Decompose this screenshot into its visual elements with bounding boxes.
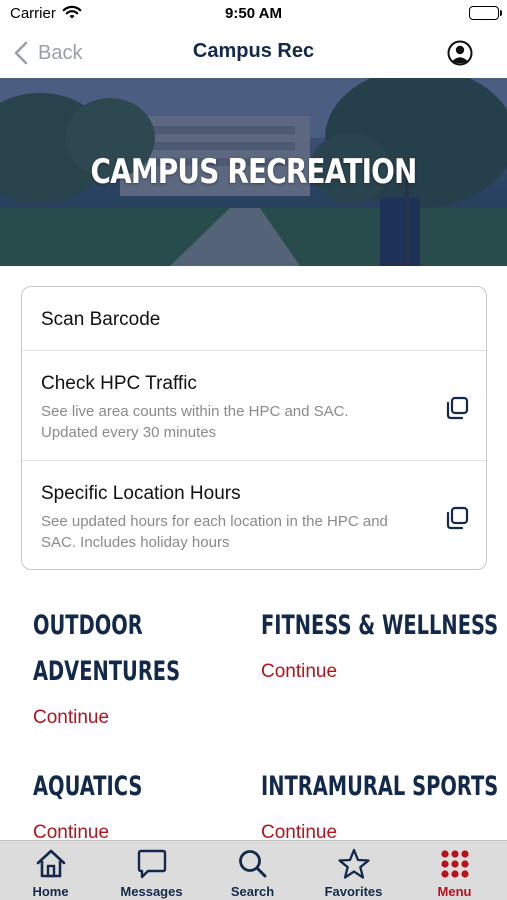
search-icon (238, 850, 266, 878)
location-hours-row[interactable]: Specific Location Hours See updated hour… (22, 461, 486, 569)
continue-link[interactable]: Continue (33, 707, 237, 729)
tile-intramural-sports: INTRAMURAL SPORTS Continue (261, 764, 507, 844)
tab-label: Menu (437, 884, 472, 899)
tab-label: Favorites (324, 884, 383, 899)
row-description: See live area counts within the HPC and … (41, 401, 411, 443)
chat-icon (137, 849, 166, 879)
status-bar: Carrier 9:50 AM (0, 0, 507, 28)
home-icon (36, 849, 65, 878)
battery-icon (469, 6, 502, 20)
chevron-left-icon (14, 41, 28, 65)
tile-fitness-wellness: FITNESS & WELLNESS Continue (261, 603, 507, 683)
grid-menu-icon (440, 850, 469, 878)
row-description-line: Updated every 30 minutes (41, 424, 217, 441)
row-title: Specific Location Hours (41, 483, 241, 504)
back-label: Back (38, 41, 83, 64)
row-description-line: SAC. Includes holiday hours (41, 534, 230, 551)
tab-label: Search (230, 884, 275, 899)
clock: 9:50 AM (225, 5, 282, 22)
hero-banner: CAMPUS RECREATION (0, 78, 507, 266)
profile-button[interactable] (447, 40, 473, 66)
tab-menu[interactable]: Menu (404, 841, 505, 900)
quick-actions-card: Scan Barcode Check HPC Traffic See live … (21, 286, 487, 570)
tab-favorites[interactable]: Favorites (303, 841, 404, 900)
external-link-icon (446, 396, 469, 420)
tab-messages[interactable]: Messages (101, 841, 202, 900)
row-description-line: See updated hours for each location in t… (41, 513, 388, 530)
tile-heading: AQUATICS (33, 771, 143, 802)
tab-label: Home (32, 884, 69, 899)
tab-label: Messages (120, 884, 183, 899)
tile-heading: OUTDOOR (33, 610, 143, 641)
hero-title: CAMPUS RECREATION (90, 152, 417, 192)
navigation-bar: Back Campus Rec (0, 28, 507, 78)
star-icon (337, 848, 370, 879)
row-title: Check HPC Traffic (41, 373, 197, 394)
row-description: See updated hours for each location in t… (41, 511, 411, 553)
user-avatar-icon (447, 40, 473, 66)
tab-home[interactable]: Home (0, 841, 101, 900)
tab-search[interactable]: Search (202, 841, 303, 900)
tile-outdoor-adventures: OUTDOOR ADVENTURES Continue (33, 603, 237, 729)
row-title: Scan Barcode (41, 309, 161, 330)
tile-heading: FITNESS & WELLNESS (261, 610, 499, 641)
tile-heading: INTRAMURAL SPORTS (261, 771, 499, 802)
tile-heading: ADVENTURES (33, 656, 181, 687)
row-description-line: See live area counts within the HPC and … (41, 403, 349, 420)
external-link-icon (446, 506, 469, 530)
continue-link[interactable]: Continue (261, 661, 507, 683)
tab-bar: Home Messages Search Favorites Menu (0, 840, 507, 900)
tile-aquatics: AQUATICS Continue (33, 764, 185, 844)
check-hpc-traffic-row[interactable]: Check HPC Traffic See live area counts w… (22, 351, 486, 461)
scan-barcode-row[interactable]: Scan Barcode (22, 287, 486, 351)
back-button[interactable]: Back (14, 38, 82, 68)
